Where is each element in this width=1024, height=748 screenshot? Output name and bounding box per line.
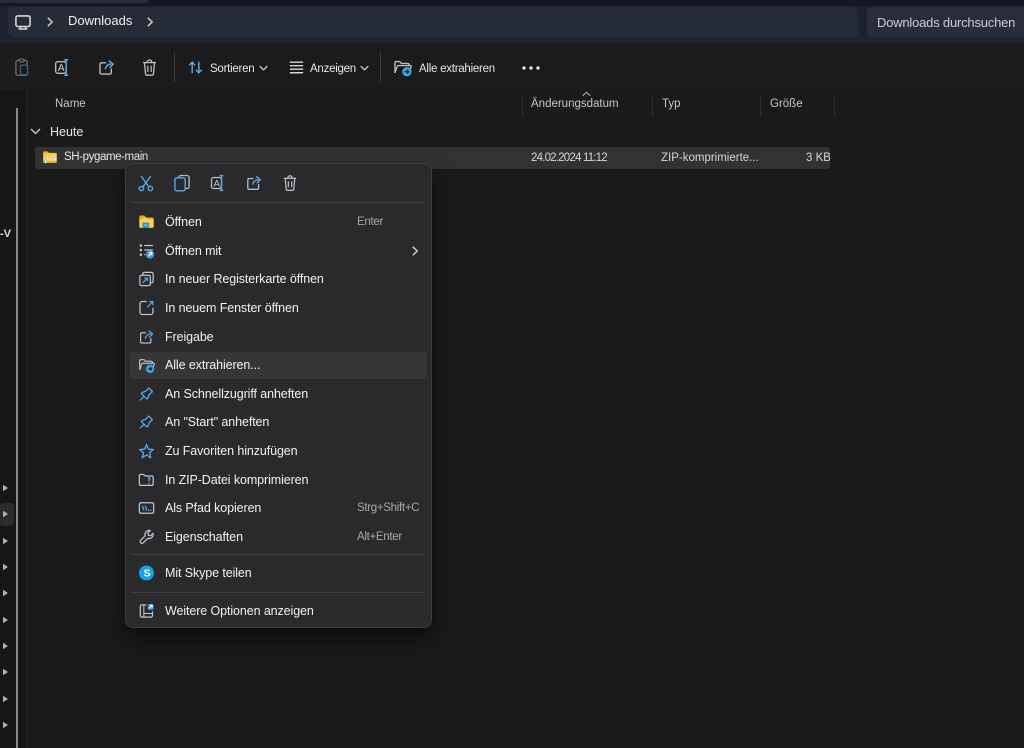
svg-text:A: A [58,63,65,74]
svg-text:S: S [144,569,151,580]
svg-text:A: A [214,178,221,189]
